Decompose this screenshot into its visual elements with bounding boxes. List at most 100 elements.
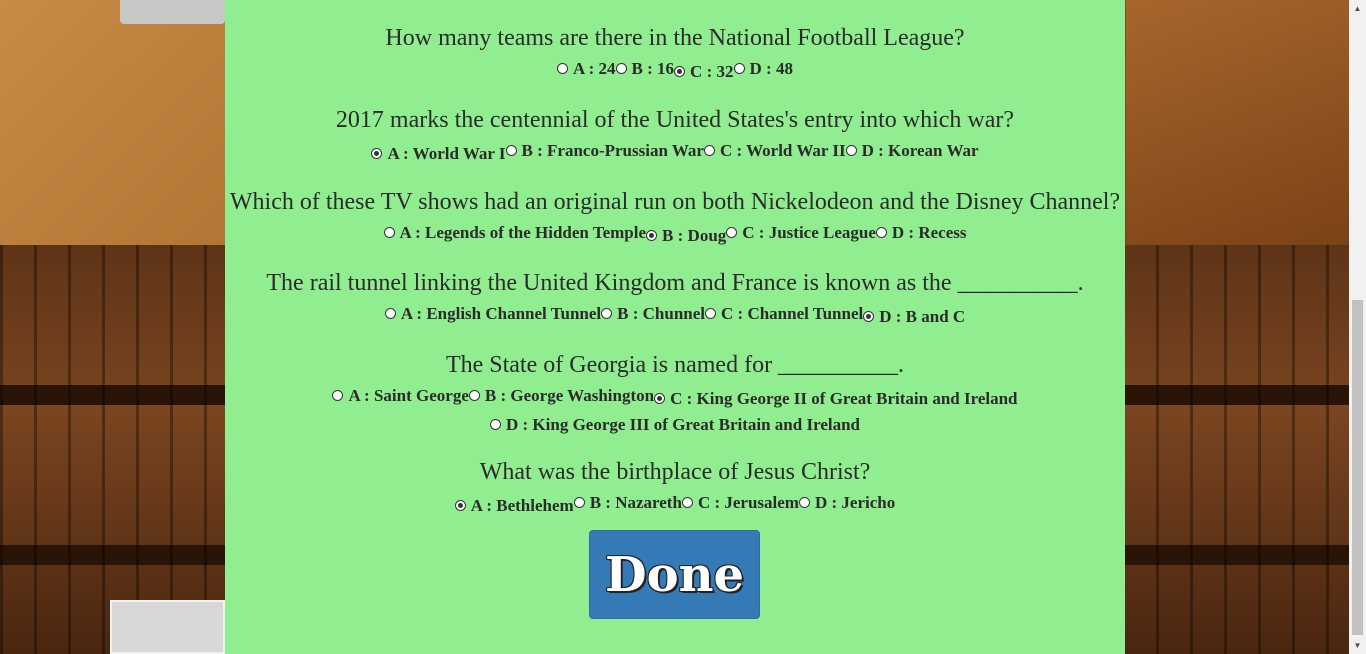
option-c[interactable]: C : World War II [703, 138, 846, 164]
option-a[interactable]: A : Bethlehem [454, 493, 574, 519]
option-c[interactable]: C : Justice League [726, 220, 876, 246]
option-a[interactable]: A : English Channel Tunnel [384, 301, 602, 327]
answer-options: A : Bethlehem B : Nazareth C : Jerusalem D … [225, 490, 1125, 519]
option-label: B : 16 [631, 59, 675, 78]
option-label: D : King George III of Great Britain and… [505, 415, 860, 434]
option-label: A : Bethlehem [470, 496, 574, 515]
radio-button[interactable] [384, 307, 396, 319]
option-c[interactable]: C : 32 [674, 59, 734, 85]
radio-button[interactable] [703, 144, 715, 156]
radio-button[interactable] [705, 307, 717, 319]
option-label: C : King George II of Great Britain and … [670, 389, 1018, 408]
option-label: B : Chunnel [617, 304, 706, 323]
option-d[interactable]: D : Jericho [798, 490, 896, 516]
option-label: C : 32 [690, 62, 734, 81]
option-b[interactable]: B : Franco-Prussian War [505, 138, 704, 164]
scrollbar-thumb[interactable] [1352, 300, 1363, 635]
question-text: Which of these TV shows had an original … [229, 189, 1121, 215]
radio-button[interactable] [601, 307, 613, 319]
option-label: C : Channel Tunnel [721, 304, 864, 323]
question-5: The State of Georgia is named for ______… [225, 351, 1125, 439]
question-2: 2017 marks the centennial of the United … [225, 106, 1125, 167]
radio-button[interactable] [489, 418, 501, 430]
option-b[interactable]: B : George Washington [468, 383, 655, 409]
radio-button[interactable] [573, 496, 585, 508]
option-c[interactable]: C : King George II of Great Britain and … [654, 386, 1018, 412]
option-a[interactable]: A : Legends of the Hidden Temple [383, 220, 647, 246]
option-label: B : Nazareth [589, 493, 682, 512]
scroll-up-arrow-icon[interactable]: ▲ [1349, 0, 1366, 17]
radio-button[interactable] [468, 389, 480, 401]
background-laptop-top [120, 0, 225, 24]
option-label: D : Korean War [861, 141, 979, 160]
vertical-scrollbar[interactable]: ▲ ▼ [1349, 0, 1366, 654]
radio-button[interactable] [332, 389, 344, 401]
radio-button[interactable] [875, 226, 887, 238]
question-1: How many teams are there in the National… [225, 24, 1125, 85]
option-d[interactable]: D : 48 [733, 56, 793, 82]
option-c[interactable]: C : Channel Tunnel [705, 301, 863, 327]
option-a[interactable]: A : World War I [371, 141, 506, 167]
option-b[interactable]: B : 16 [615, 56, 675, 82]
option-d[interactable]: D : Korean War [845, 138, 979, 164]
answer-options: A : 24 B : 16 C : 32 D : 48 [225, 56, 1125, 85]
option-label: D : 48 [749, 59, 793, 78]
background-laptop [110, 600, 225, 654]
radio-button[interactable] [646, 229, 658, 241]
option-b[interactable]: B : Nazareth [573, 490, 682, 516]
radio-button[interactable] [733, 62, 745, 74]
option-label: C : Justice League [742, 223, 876, 242]
question-text: How many teams are there in the National… [385, 25, 965, 51]
option-label: B : Doug [662, 226, 727, 245]
option-a[interactable]: A : Saint George [332, 383, 469, 409]
option-d[interactable]: D : King George III of Great Britain and… [489, 412, 860, 438]
option-label: B : Franco-Prussian War [521, 141, 704, 160]
radio-button[interactable] [798, 496, 810, 508]
option-label: D : Recess [891, 223, 967, 242]
answer-options: A : World War I B : Franco-Prussian War C … [225, 138, 1125, 167]
question-3: Which of these TV shows had an original … [225, 188, 1125, 249]
radio-button[interactable] [371, 147, 383, 159]
background-desk-right [1126, 0, 1349, 245]
option-label: C : World War II [719, 141, 846, 160]
option-label: A : Legends of the Hidden Temple [399, 223, 647, 242]
option-label: D : B and C [879, 307, 966, 326]
option-label: A : World War I [387, 144, 506, 163]
option-label: C : Jerusalem [697, 493, 799, 512]
radio-button[interactable] [674, 65, 686, 77]
option-b[interactable]: B : Doug [646, 223, 726, 249]
answer-options: A : Legends of the Hidden Temple B : Doug… [225, 220, 1125, 249]
option-b[interactable]: B : Chunnel [601, 301, 705, 327]
option-label: D : Jericho [814, 493, 896, 512]
radio-button[interactable] [557, 62, 569, 74]
question-6: What was the birthplace of Jesus Christ?… [225, 458, 1125, 519]
radio-button[interactable] [615, 62, 627, 74]
option-label: A : 24 [573, 59, 616, 78]
radio-button[interactable] [383, 226, 395, 238]
answer-options: A : Saint George B : George Washington C :… [225, 383, 1125, 439]
radio-button[interactable] [863, 310, 875, 322]
radio-button[interactable] [505, 144, 517, 156]
question-text: The rail tunnel linking the United Kingd… [266, 270, 1084, 296]
answer-options: A : English Channel Tunnel B : Chunnel C :… [225, 301, 1125, 330]
option-d[interactable]: D : B and C [863, 304, 965, 330]
option-label: A : English Channel Tunnel [400, 304, 602, 323]
option-a[interactable]: A : 24 [557, 56, 616, 82]
radio-button[interactable] [454, 499, 466, 511]
question-text: The State of Georgia is named for ______… [445, 352, 905, 378]
question-4: The rail tunnel linking the United Kingd… [225, 269, 1125, 330]
option-label: B : George Washington [484, 386, 655, 405]
done-button[interactable]: Done [589, 530, 760, 619]
option-c[interactable]: C : Jerusalem [681, 490, 799, 516]
question-text: What was the birthplace of Jesus Christ? [479, 459, 871, 485]
radio-button[interactable] [654, 392, 666, 404]
done-button-label: Done [604, 546, 745, 603]
radio-button[interactable] [845, 144, 857, 156]
option-d[interactable]: D : Recess [875, 220, 967, 246]
radio-button[interactable] [726, 226, 738, 238]
quiz-panel: How many teams are there in the National… [225, 0, 1125, 654]
option-label: A : Saint George [348, 386, 469, 405]
scroll-down-arrow-icon[interactable]: ▼ [1349, 637, 1366, 654]
question-text: 2017 marks the centennial of the United … [335, 107, 1015, 133]
radio-button[interactable] [681, 496, 693, 508]
